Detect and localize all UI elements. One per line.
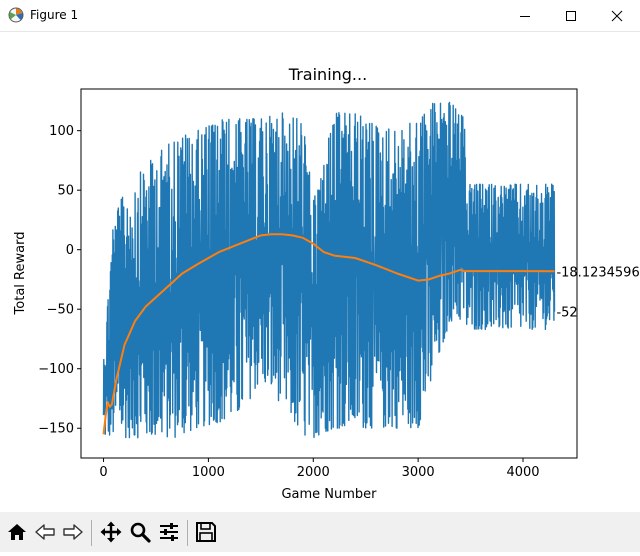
- matplotlib-figure-icon: [8, 7, 24, 23]
- window-title: Figure 1: [30, 8, 79, 22]
- x-tick-label: 1000: [192, 465, 225, 480]
- magnifier-icon: [130, 522, 151, 543]
- x-tick-label: 2000: [297, 465, 330, 480]
- x-tick-label: 0: [99, 465, 107, 480]
- toolbar-separator: [187, 520, 188, 546]
- close-button[interactable]: [594, 0, 640, 31]
- x-tick-label: 4000: [506, 465, 539, 480]
- home-button[interactable]: [5, 520, 29, 544]
- floppy-disk-icon: [196, 522, 216, 542]
- x-tick-label: 3000: [402, 465, 435, 480]
- save-button[interactable]: [194, 520, 218, 544]
- maximize-button[interactable]: [548, 0, 594, 31]
- back-button[interactable]: [33, 520, 57, 544]
- zoom-button[interactable]: [128, 520, 152, 544]
- plot-area: [102, 101, 556, 439]
- configure-subplots-button[interactable]: [157, 520, 181, 544]
- close-icon: [611, 10, 623, 21]
- y-tick-label: −100: [38, 362, 74, 377]
- training-chart: Training... 0 1000 2000 3000 4000−150−100−50…: [13, 65, 640, 502]
- window-titlebar: Figure 1: [0, 0, 640, 32]
- maximize-icon: [566, 10, 576, 21]
- x-axis-label: Game Number: [281, 487, 377, 502]
- navigation-toolbar: [0, 512, 640, 552]
- move-icon: [100, 521, 122, 543]
- minimize-button[interactable]: [502, 0, 548, 31]
- end-value-labels: -18.1234596 -52: [556, 265, 639, 320]
- figure-canvas[interactable]: Training... 0 1000 2000 3000 4000 −150 −100 −50…: [0, 32, 640, 512]
- forward-button[interactable]: [61, 520, 85, 544]
- sliders-icon: [160, 523, 178, 541]
- y-tick-label: −50: [47, 303, 74, 318]
- y-tick-label: 50: [57, 184, 74, 199]
- toolbar-separator: [91, 520, 92, 546]
- window-bottom-edge: [0, 552, 640, 556]
- raw-last-value-label: -52: [556, 306, 577, 321]
- pan-button[interactable]: [99, 520, 123, 544]
- arrow-left-icon: [35, 524, 55, 540]
- mean-last-value-label: -18.1234596: [556, 265, 639, 280]
- y-tick-label: −150: [38, 422, 74, 437]
- y-axis-label: Total Reward: [13, 232, 28, 316]
- arrow-right-icon: [63, 524, 83, 540]
- y-tick-label: 0: [66, 243, 74, 258]
- chart-title: Training...: [288, 65, 367, 84]
- home-icon: [8, 524, 26, 540]
- y-tick-label: 100: [49, 124, 74, 139]
- minimize-icon: [520, 15, 530, 17]
